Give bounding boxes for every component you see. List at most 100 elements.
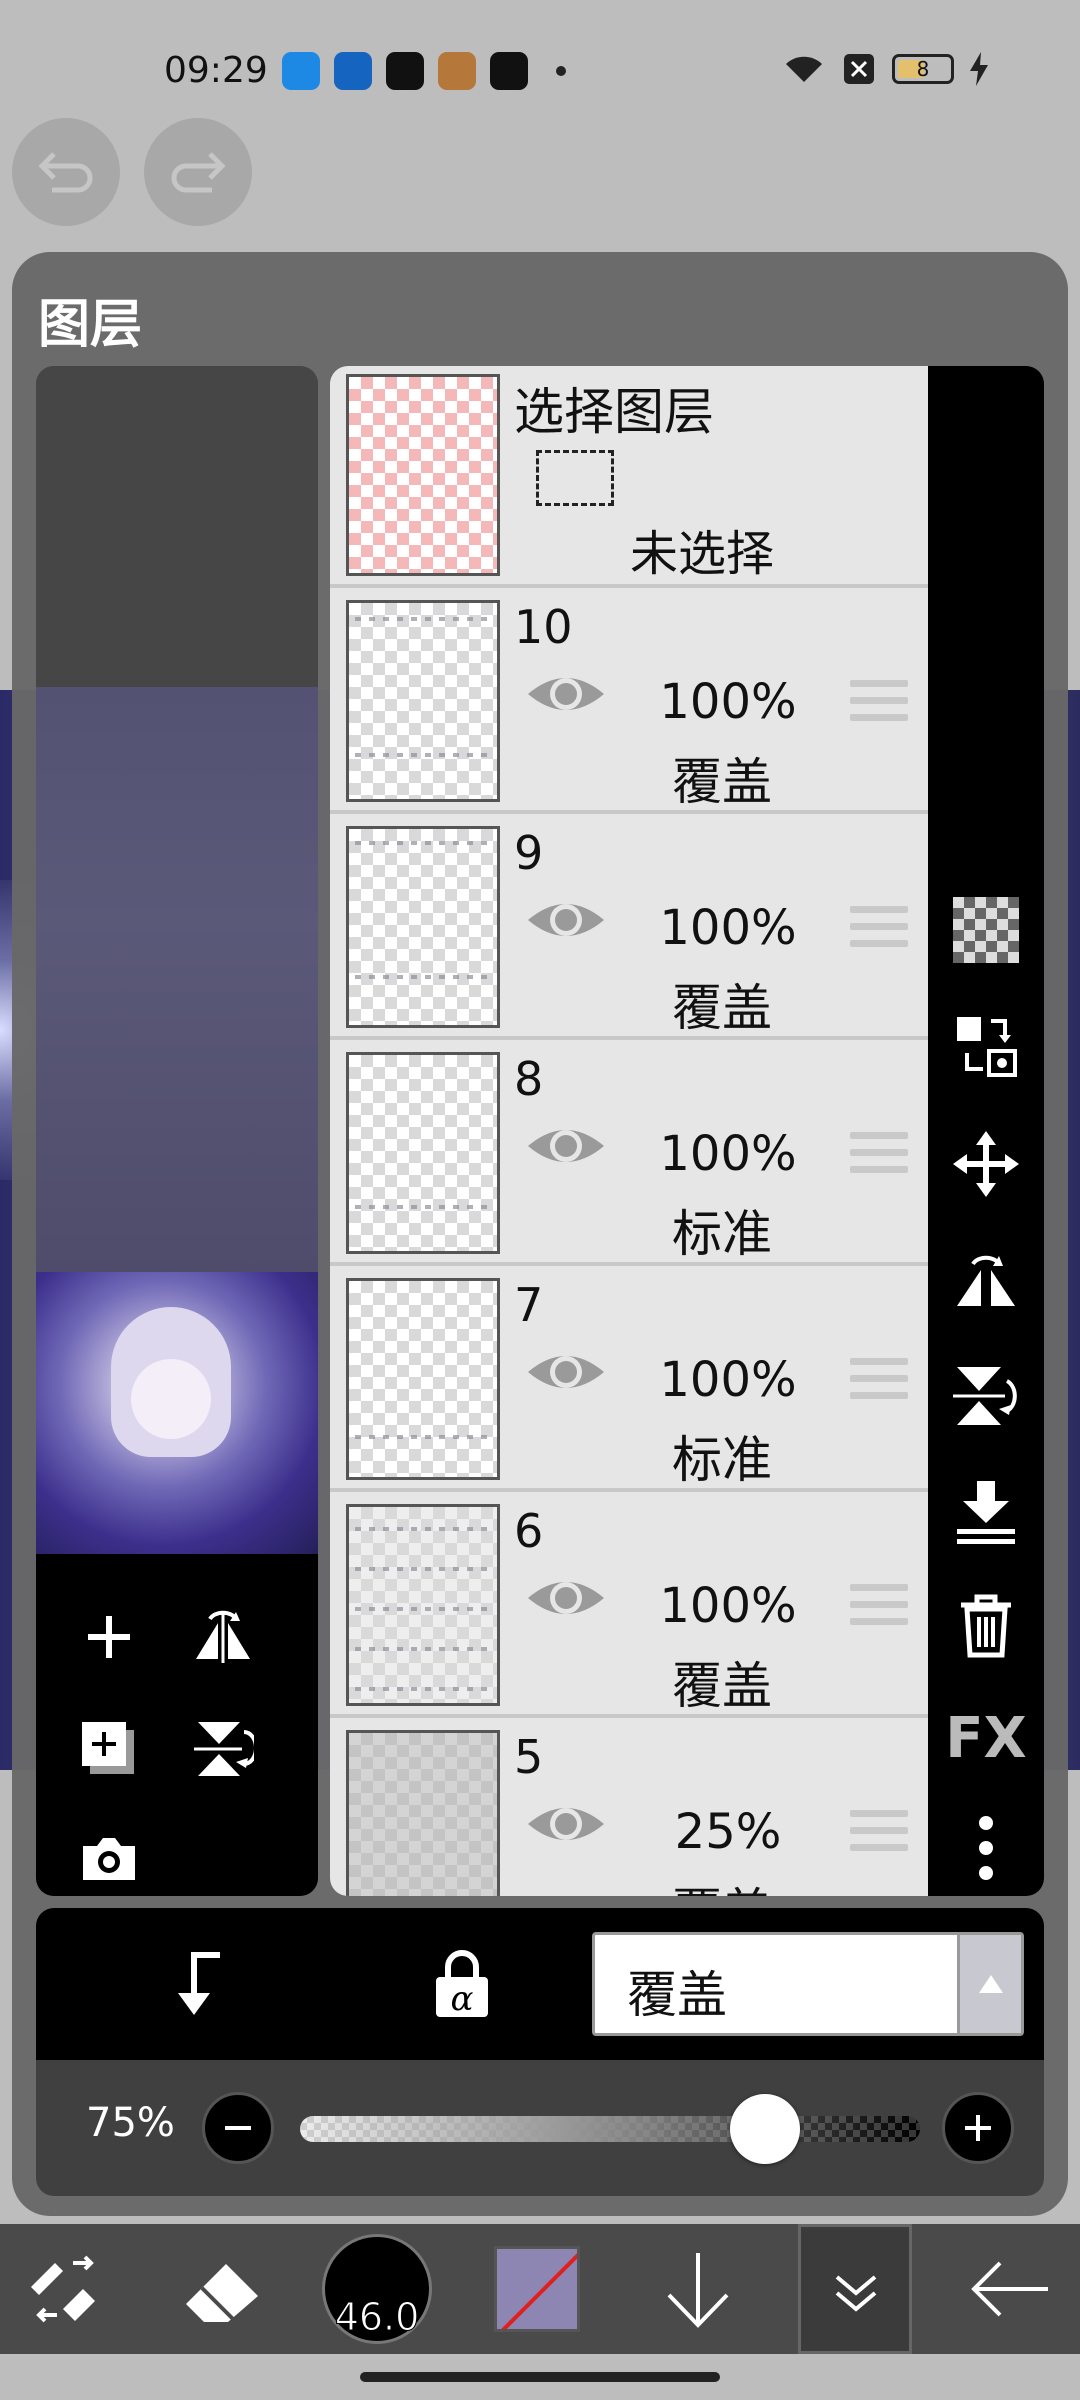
bottom-toolbar: 46.0	[0, 2224, 1080, 2354]
opacity-control: 75%	[36, 2060, 1044, 2196]
layer-blend-mode: 标准	[672, 1431, 772, 1489]
layer-row[interactable]: 9 100% 覆盖	[330, 818, 928, 1040]
collapse-panel-button[interactable]	[798, 2224, 912, 2354]
color-picker-button[interactable]	[494, 2246, 580, 2332]
alpha-lock-button[interactable]: α	[412, 1934, 512, 2034]
layer-visibility-toggle[interactable]	[526, 1574, 606, 1626]
tool-switch-button[interactable]	[20, 2224, 110, 2354]
duplicate-icon	[82, 1722, 134, 1774]
clipping-button[interactable]	[144, 1934, 244, 2034]
opacity-increase-button[interactable]	[942, 2092, 1014, 2164]
layer-row[interactable]: 5 25% 覆盖	[330, 1722, 928, 1896]
selection-layer-status: 未选择	[630, 526, 775, 582]
fx-label: FX	[945, 1705, 1027, 1771]
layer-opacity: 100%	[659, 1578, 797, 1634]
layer-row[interactable]: 10 100% 覆盖	[330, 592, 928, 814]
eye-icon	[528, 678, 604, 710]
layer-number: 9	[514, 826, 544, 880]
drag-handle-icon[interactable]	[850, 1584, 908, 1635]
layer-row[interactable]: 7 100% 标准	[330, 1270, 928, 1492]
layer-blend-mode: 覆盖	[632, 1872, 812, 1896]
undo-icon	[38, 152, 93, 193]
blend-mode-bar: α 覆盖	[36, 1908, 1044, 2060]
opacity-decrease-button[interactable]	[202, 2092, 274, 2164]
layer-visibility-toggle[interactable]	[526, 1122, 606, 1174]
flip-layer-horizontal-button[interactable]	[942, 1236, 1030, 1324]
brush-size-button[interactable]: 46.0	[322, 2234, 432, 2344]
canvas-preview-column	[36, 366, 318, 1896]
merge-down-button[interactable]	[942, 1468, 1030, 1556]
plus-icon	[88, 1616, 130, 1658]
eye-icon	[528, 1356, 604, 1388]
reference-layer-button[interactable]	[942, 1002, 1030, 1090]
camera-button[interactable]	[64, 1814, 154, 1896]
status-time: 09:29	[164, 50, 268, 91]
redo-icon	[171, 152, 226, 193]
blend-mode-dropdown[interactable]: 覆盖	[592, 1932, 1024, 2036]
layer-visibility-toggle[interactable]	[526, 1800, 606, 1852]
tiktok-icon	[386, 52, 424, 90]
flip-layer-vertical-button[interactable]	[942, 1352, 1030, 1440]
status-right: 8	[782, 52, 988, 86]
add-layer-button[interactable]	[64, 1592, 154, 1682]
move-layer-button[interactable]	[942, 1120, 1030, 1208]
alpha-lock-icon: α	[436, 1950, 488, 2019]
layer-opacity: 100%	[659, 1352, 797, 1408]
layer-visibility-toggle[interactable]	[526, 670, 606, 722]
layer-visibility-toggle[interactable]	[526, 1348, 606, 1400]
more-options-button[interactable]	[942, 1804, 1030, 1892]
layer-row[interactable]: 6 100% 覆盖	[330, 1496, 928, 1718]
undo-button[interactable]	[12, 118, 120, 226]
layer-list: 选择图层 未选择 10 100% 覆盖 9 100% 覆盖 8 100% 标准 …	[330, 366, 928, 1896]
opacity-slider-track[interactable]	[300, 2116, 920, 2142]
redo-button[interactable]	[144, 118, 252, 226]
eye-icon	[528, 1808, 604, 1840]
flip-horizontal-icon	[957, 1255, 1015, 1306]
transparency-button[interactable]	[942, 886, 1030, 974]
layer-thumbnail	[346, 1730, 500, 1896]
canvas-thumbnail[interactable]	[36, 1272, 318, 1554]
selection-layer-title: 选择图层	[514, 383, 714, 441]
arrow-left-icon	[971, 2261, 1048, 2317]
layer-visibility-toggle[interactable]	[526, 896, 606, 948]
sim-x-icon	[844, 54, 874, 84]
selection-marquee-icon	[536, 450, 614, 506]
layers-panel: 图层 选择图层 未选择 10 100% 覆盖 9 100% 覆盖 8 100% …	[12, 252, 1068, 2216]
layer-actions	[36, 1554, 318, 1896]
flip-vertical-button[interactable]	[178, 1704, 268, 1794]
drag-handle-icon[interactable]	[850, 680, 908, 731]
camera-icon	[83, 1838, 135, 1880]
more-notifications-dot	[556, 66, 566, 76]
notification-icons	[282, 52, 566, 90]
layer-number: 6	[514, 1504, 544, 1558]
more-vertical-icon	[979, 1816, 993, 1880]
layer-thumbnail	[346, 826, 500, 1028]
layer-number: 10	[514, 600, 573, 654]
flip-horizontal-button[interactable]	[178, 1592, 268, 1682]
layer-opacity: 100%	[659, 900, 797, 956]
selection-layer-row[interactable]: 选择图层 未选择	[330, 366, 928, 588]
checkerboard-icon	[953, 897, 1019, 963]
delete-layer-button[interactable]	[942, 1582, 1030, 1670]
back-button[interactable]	[960, 2224, 1060, 2354]
merge-down-icon	[957, 1481, 1015, 1544]
opacity-slider-thumb[interactable]	[730, 2094, 800, 2164]
layer-row[interactable]: 8 100% 标准	[330, 1044, 928, 1266]
battery-icon: 8	[892, 54, 954, 84]
drag-handle-icon[interactable]	[850, 906, 908, 957]
layer-down-button[interactable]	[650, 2224, 746, 2354]
brush-eraser-switch-icon	[31, 2255, 95, 2323]
thumbnail-figure	[111, 1307, 231, 1457]
svg-text:α: α	[451, 1979, 474, 2019]
drag-handle-icon[interactable]	[850, 1358, 908, 1409]
layer-opacity: 100%	[659, 1126, 797, 1182]
flip-vertical-icon	[194, 1722, 254, 1776]
dropdown-arrow-icon	[957, 1935, 1021, 2033]
eraser-icon	[186, 2264, 258, 2322]
eraser-button[interactable]	[176, 2224, 272, 2354]
fx-button[interactable]: FX	[942, 1694, 1030, 1782]
drag-handle-icon[interactable]	[850, 1132, 908, 1183]
drag-handle-icon[interactable]	[850, 1810, 908, 1861]
wifi-icon	[786, 56, 822, 82]
duplicate-layer-button[interactable]	[64, 1704, 154, 1794]
